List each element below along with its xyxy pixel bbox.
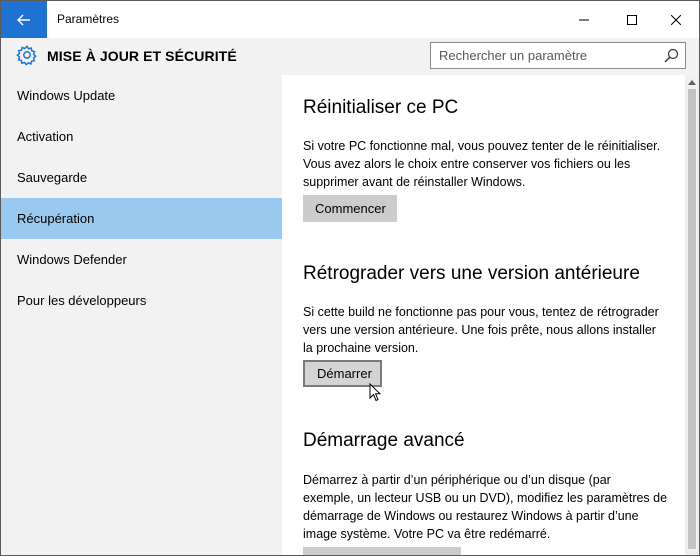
search-icon[interactable] <box>664 48 679 63</box>
description-line: vers une version antérieure. Une fois pr… <box>303 323 656 337</box>
description-line: supprimer avant de réinstaller Windows. <box>303 175 526 189</box>
title-bar: Paramètres <box>1 1 699 38</box>
description-line: Si cette build ne fonctionne pas pour vo… <box>303 305 659 319</box>
description-line: Démarrez à partir d’un périphérique ou d… <box>303 473 611 487</box>
close-button[interactable] <box>653 1 699 38</box>
page-title: MISE À JOUR ET SÉCURITÉ <box>47 48 237 64</box>
commencer-button[interactable]: Commencer <box>303 195 397 222</box>
reset-pc-description: Si votre PC fonctionne mal, vous pouvez … <box>303 137 683 191</box>
advanced-startup-description: Démarrez à partir d’un périphérique ou d… <box>303 471 683 543</box>
scrollbar[interactable] <box>685 75 699 555</box>
sidebar-item-developpeurs[interactable]: Pour les développeurs <box>1 280 282 321</box>
minimize-icon <box>579 19 589 20</box>
search-input[interactable] <box>439 48 649 63</box>
reset-pc-heading: Réinitialiser ce PC <box>303 97 459 118</box>
window-title: Paramètres <box>57 12 120 26</box>
sidebar: Windows Update Activation Sauvegarde Réc… <box>1 75 282 555</box>
scroll-up-arrow-icon[interactable] <box>688 79 696 85</box>
rollback-description: Si cette build ne fonctionne pas pour vo… <box>303 303 683 357</box>
gear-icon <box>16 45 37 66</box>
scrollbar-thumb[interactable] <box>688 89 696 549</box>
sidebar-item-recuperation[interactable]: Récupération <box>1 198 282 239</box>
rollback-heading: Rétrograder vers une version antérieure <box>303 263 640 284</box>
maximize-icon <box>627 14 637 25</box>
description-line: exemple, un lecteur USB ou un DVD), modi… <box>303 491 668 505</box>
description-line: Si votre PC fonctionne mal, vous pouvez … <box>303 139 661 153</box>
close-icon <box>671 14 681 25</box>
description-line: démarrage de Windows ou restaurez Window… <box>303 509 639 523</box>
advanced-startup-heading: Démarrage avancé <box>303 430 465 451</box>
settings-window: Paramètres MISE À JOUR ET SÉCURITÉ W <box>0 0 700 556</box>
sidebar-item-sauvegarde[interactable]: Sauvegarde <box>1 157 282 198</box>
settings-header: MISE À JOUR ET SÉCURITÉ <box>1 38 699 75</box>
maximize-button[interactable] <box>609 1 655 38</box>
back-arrow-icon <box>17 14 30 25</box>
search-box[interactable] <box>430 42 686 69</box>
description-line: Vous avez alors le choix entre conserver… <box>303 157 631 171</box>
main-content: Réinitialiser ce PC Si votre PC fonction… <box>282 75 685 555</box>
description-line: image système. Votre PC va être redémarr… <box>303 527 551 541</box>
description-line: la prochaine version. <box>303 341 419 355</box>
back-button[interactable] <box>1 1 47 38</box>
minimize-button[interactable] <box>561 1 607 38</box>
mouse-cursor-icon <box>369 383 381 402</box>
restart-now-button-partial[interactable] <box>303 547 461 555</box>
sidebar-item-activation[interactable]: Activation <box>1 116 282 157</box>
sidebar-item-windows-defender[interactable]: Windows Defender <box>1 239 282 280</box>
sidebar-item-windows-update[interactable]: Windows Update <box>1 75 282 116</box>
